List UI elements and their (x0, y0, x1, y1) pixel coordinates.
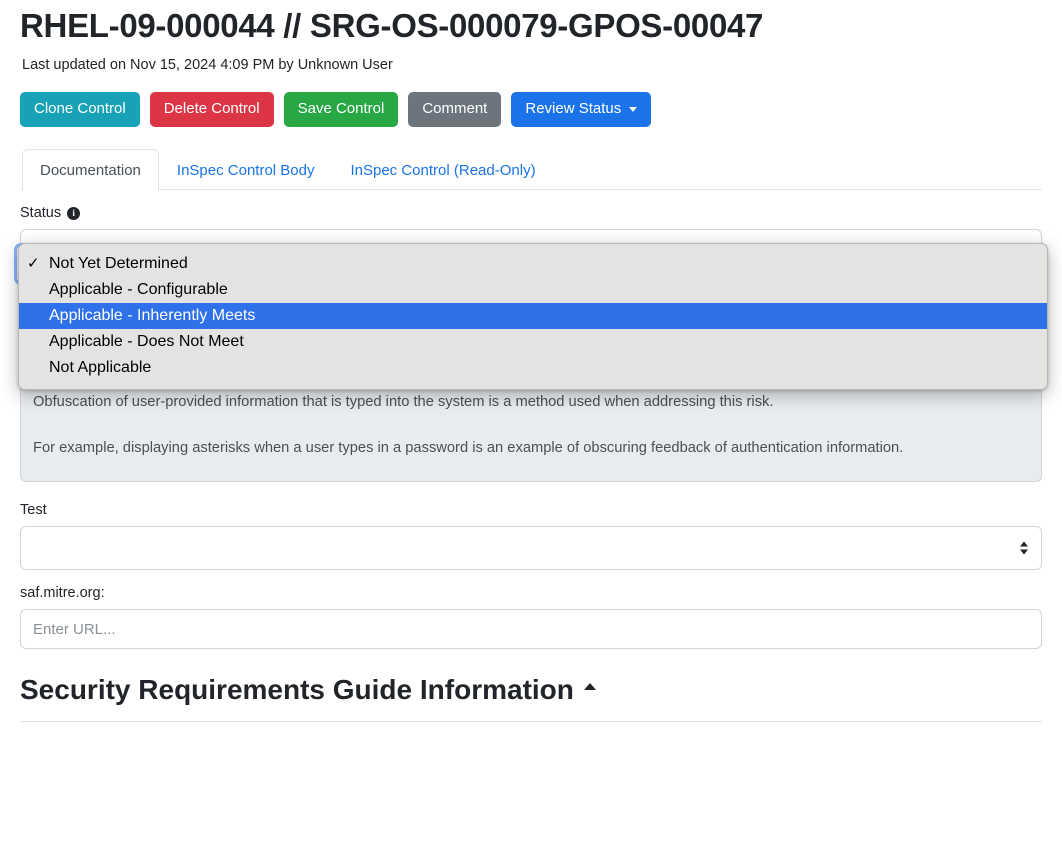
srg-information-title: Security Requirements Guide Information (20, 673, 574, 707)
chevron-down-icon (629, 107, 637, 112)
save-control-button[interactable]: Save Control (284, 92, 399, 127)
status-option-applicable-does-not-meet[interactable]: Applicable - Does Not Meet (19, 329, 1047, 355)
status-option-label: Applicable - Does Not Meet (49, 329, 244, 355)
delete-control-button[interactable]: Delete Control (150, 92, 274, 127)
status-dropdown-menu[interactable]: ✓ Not Yet Determined Applicable - Config… (18, 243, 1048, 390)
control-detail-page: RHEL-09-000044 // SRG-OS-000079-GPOS-000… (0, 0, 1062, 861)
section-divider (20, 721, 1042, 722)
info-icon[interactable]: i (67, 207, 80, 220)
review-status-dropdown-button[interactable]: Review Status (511, 92, 651, 127)
chevron-up-icon[interactable] (584, 683, 596, 690)
status-option-applicable-inherently-meets[interactable]: Applicable - Inherently Meets (19, 303, 1047, 329)
status-option-not-applicable[interactable]: Not Applicable (19, 355, 1047, 381)
tab-inspec-control-body[interactable]: InSpec Control Body (159, 149, 333, 190)
status-option-label: Applicable - Inherently Meets (49, 303, 255, 329)
status-option-not-yet-determined[interactable]: ✓ Not Yet Determined (19, 251, 1047, 277)
checkmark-icon: ✓ (27, 251, 45, 277)
test-select-wrapper (20, 526, 1042, 570)
test-field: Test (20, 501, 1042, 570)
clone-control-button[interactable]: Clone Control (20, 92, 140, 127)
status-option-label: Not Yet Determined (49, 251, 188, 277)
tab-inspec-control-read-only[interactable]: InSpec Control (Read-Only) (332, 149, 553, 190)
saf-url-input[interactable] (20, 609, 1042, 649)
test-label: Test (20, 501, 1042, 520)
last-updated-text: Last updated on Nov 15, 2024 4:09 PM by … (22, 56, 1042, 74)
tab-documentation[interactable]: Documentation (22, 149, 159, 190)
saf-url-label: saf.mitre.org: (20, 584, 1042, 603)
saf-url-field: saf.mitre.org: (20, 584, 1042, 649)
status-label: Status (20, 204, 61, 223)
srg-information-header[interactable]: Security Requirements Guide Information (20, 673, 1042, 707)
status-option-label: Applicable - Configurable (49, 277, 228, 303)
status-option-applicable-configurable[interactable]: Applicable - Configurable (19, 277, 1047, 303)
status-label-row: Status i (20, 204, 1042, 223)
tab-bar: Documentation InSpec Control Body InSpec… (20, 149, 1042, 190)
action-button-bar: Clone Control Delete Control Save Contro… (20, 92, 1042, 127)
status-option-label: Not Applicable (49, 355, 151, 381)
review-status-label: Review Status (525, 100, 621, 118)
page-title: RHEL-09-000044 // SRG-OS-000079-GPOS-000… (20, 0, 1042, 46)
test-select[interactable] (20, 526, 1042, 570)
comment-button[interactable]: Comment (408, 92, 501, 127)
